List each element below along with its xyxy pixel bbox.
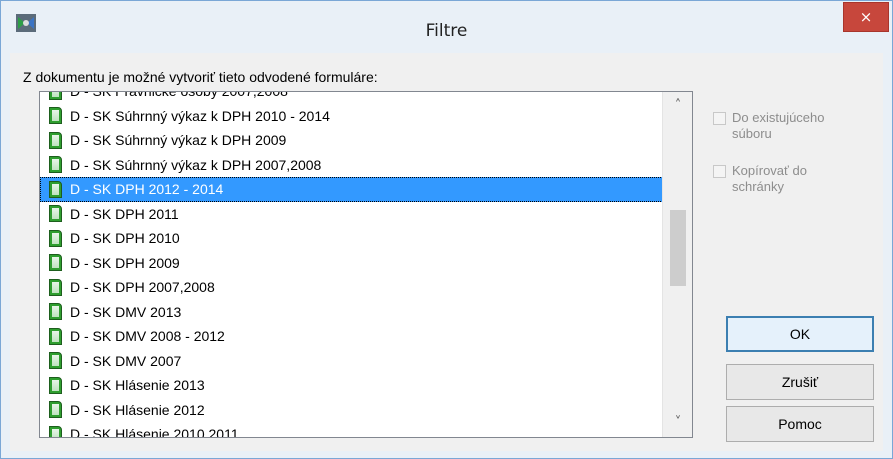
list-item[interactable]: D - SK DPH 2011	[40, 202, 662, 227]
list-item[interactable]: D - SK Hlásenie 2010,2011	[40, 422, 662, 437]
form-document-icon	[49, 278, 62, 296]
list-item-label: D - SK DPH 2009	[70, 254, 180, 271]
form-document-icon	[49, 254, 62, 272]
form-document-icon	[49, 401, 62, 419]
chevron-up-icon: ˄	[674, 98, 682, 113]
list-item[interactable]: D - SK DPH 2012 - 2014	[40, 177, 662, 202]
form-document-icon	[49, 303, 62, 321]
list-item-label: D - SK DPH 2010	[70, 230, 180, 247]
form-document-icon	[49, 180, 62, 198]
list-item-label: D - SK Hlásenie 2013	[70, 377, 205, 394]
list-item[interactable]: D - SK Právnické osoby 2007,2008	[40, 92, 662, 104]
scroll-down-button[interactable]: ˅	[663, 411, 692, 435]
derived-forms-listbox[interactable]: D - SK Právnické osoby 2007,2008 D - SK S…	[39, 91, 693, 438]
form-document-icon	[49, 327, 62, 345]
scroll-up-button[interactable]: ˄	[663, 94, 692, 118]
form-document-icon	[49, 352, 62, 370]
ok-button[interactable]: OK	[726, 316, 874, 352]
list-item[interactable]: D - SK Súhrnný výkaz k DPH 2010 - 2014	[40, 104, 662, 129]
form-document-icon	[49, 107, 62, 125]
list-item[interactable]: D - SK DMV 2008 - 2012	[40, 324, 662, 349]
form-document-icon	[49, 92, 62, 100]
list-item-label: D - SK DPH 2011	[70, 205, 179, 222]
help-button[interactable]: Pomoc	[726, 406, 874, 442]
list-items: D - SK Právnické osoby 2007,2008 D - SK S…	[40, 92, 662, 437]
list-item-label: D - SK DMV 2013	[70, 303, 182, 320]
cancel-button[interactable]: Zrušiť	[726, 364, 874, 400]
list-item-label: D - SK Hlásenie 2012	[70, 401, 205, 418]
list-item[interactable]: D - SK DPH 2009	[40, 251, 662, 276]
chevron-down-icon: ˅	[674, 415, 682, 430]
list-item[interactable]: D - SK Súhrnný výkaz k DPH 2007,2008	[40, 153, 662, 178]
list-item-label: D - SK DMV 2007	[70, 352, 182, 369]
list-item-label: D - SK Súhrnný výkaz k DPH 2010 - 2014	[70, 107, 330, 124]
form-document-icon	[49, 156, 62, 174]
clipboard-option[interactable]: Kopírovať do schránky	[713, 163, 862, 195]
form-document-icon	[49, 131, 62, 149]
list-item[interactable]: D - SK DPH 2010	[40, 226, 662, 251]
list-item-label: D - SK Právnické osoby 2007,2008	[70, 92, 288, 99]
existing-file-option[interactable]: Do existujúceho súboru	[713, 110, 862, 142]
list-item[interactable]: D - SK Súhrnný výkaz k DPH 2009	[40, 128, 662, 153]
scroll-thumb[interactable]	[670, 210, 686, 286]
list-item[interactable]: D - SK DMV 2007	[40, 349, 662, 374]
list-viewport: D - SK Právnické osoby 2007,2008 D - SK S…	[40, 92, 662, 437]
clipboard-label: Kopírovať do schránky	[732, 163, 807, 194]
form-document-icon	[49, 376, 62, 394]
title-bar[interactable]: Filtre ×	[1, 1, 892, 53]
list-item[interactable]: D - SK DMV 2013	[40, 300, 662, 325]
list-item-label: D - SK DPH 2007,2008	[70, 279, 215, 296]
form-document-icon	[49, 229, 62, 247]
existing-file-checkbox[interactable]	[713, 112, 726, 125]
list-item[interactable]: D - SK Hlásenie 2013	[40, 373, 662, 398]
list-item-label: D - SK Súhrnný výkaz k DPH 2009	[70, 132, 287, 149]
form-document-icon	[49, 425, 62, 437]
list-item[interactable]: D - SK DPH 2007,2008	[40, 275, 662, 300]
clipboard-checkbox[interactable]	[713, 165, 726, 178]
list-item-label: D - SK Súhrnný výkaz k DPH 2007,2008	[70, 156, 322, 173]
existing-file-label: Do existujúceho súboru	[732, 110, 825, 141]
window-title: Filtre	[425, 21, 468, 41]
list-item-label: D - SK DMV 2008 - 2012	[70, 328, 225, 345]
vertical-scrollbar[interactable]: ˄ ˅	[662, 92, 692, 437]
list-item-label: D - SK Hlásenie 2010,2011	[70, 426, 239, 437]
filter-dialog: Filtre × Z dokumentu je možné vytvoriť t…	[0, 0, 893, 459]
list-item[interactable]: D - SK Hlásenie 2012	[40, 398, 662, 423]
list-caption: Z dokumentu je možné vytvoriť tieto odvo…	[23, 69, 378, 85]
close-button[interactable]: ×	[843, 2, 889, 32]
list-item-label: D - SK DPH 2012 - 2014	[70, 181, 224, 198]
form-document-icon	[49, 205, 62, 223]
